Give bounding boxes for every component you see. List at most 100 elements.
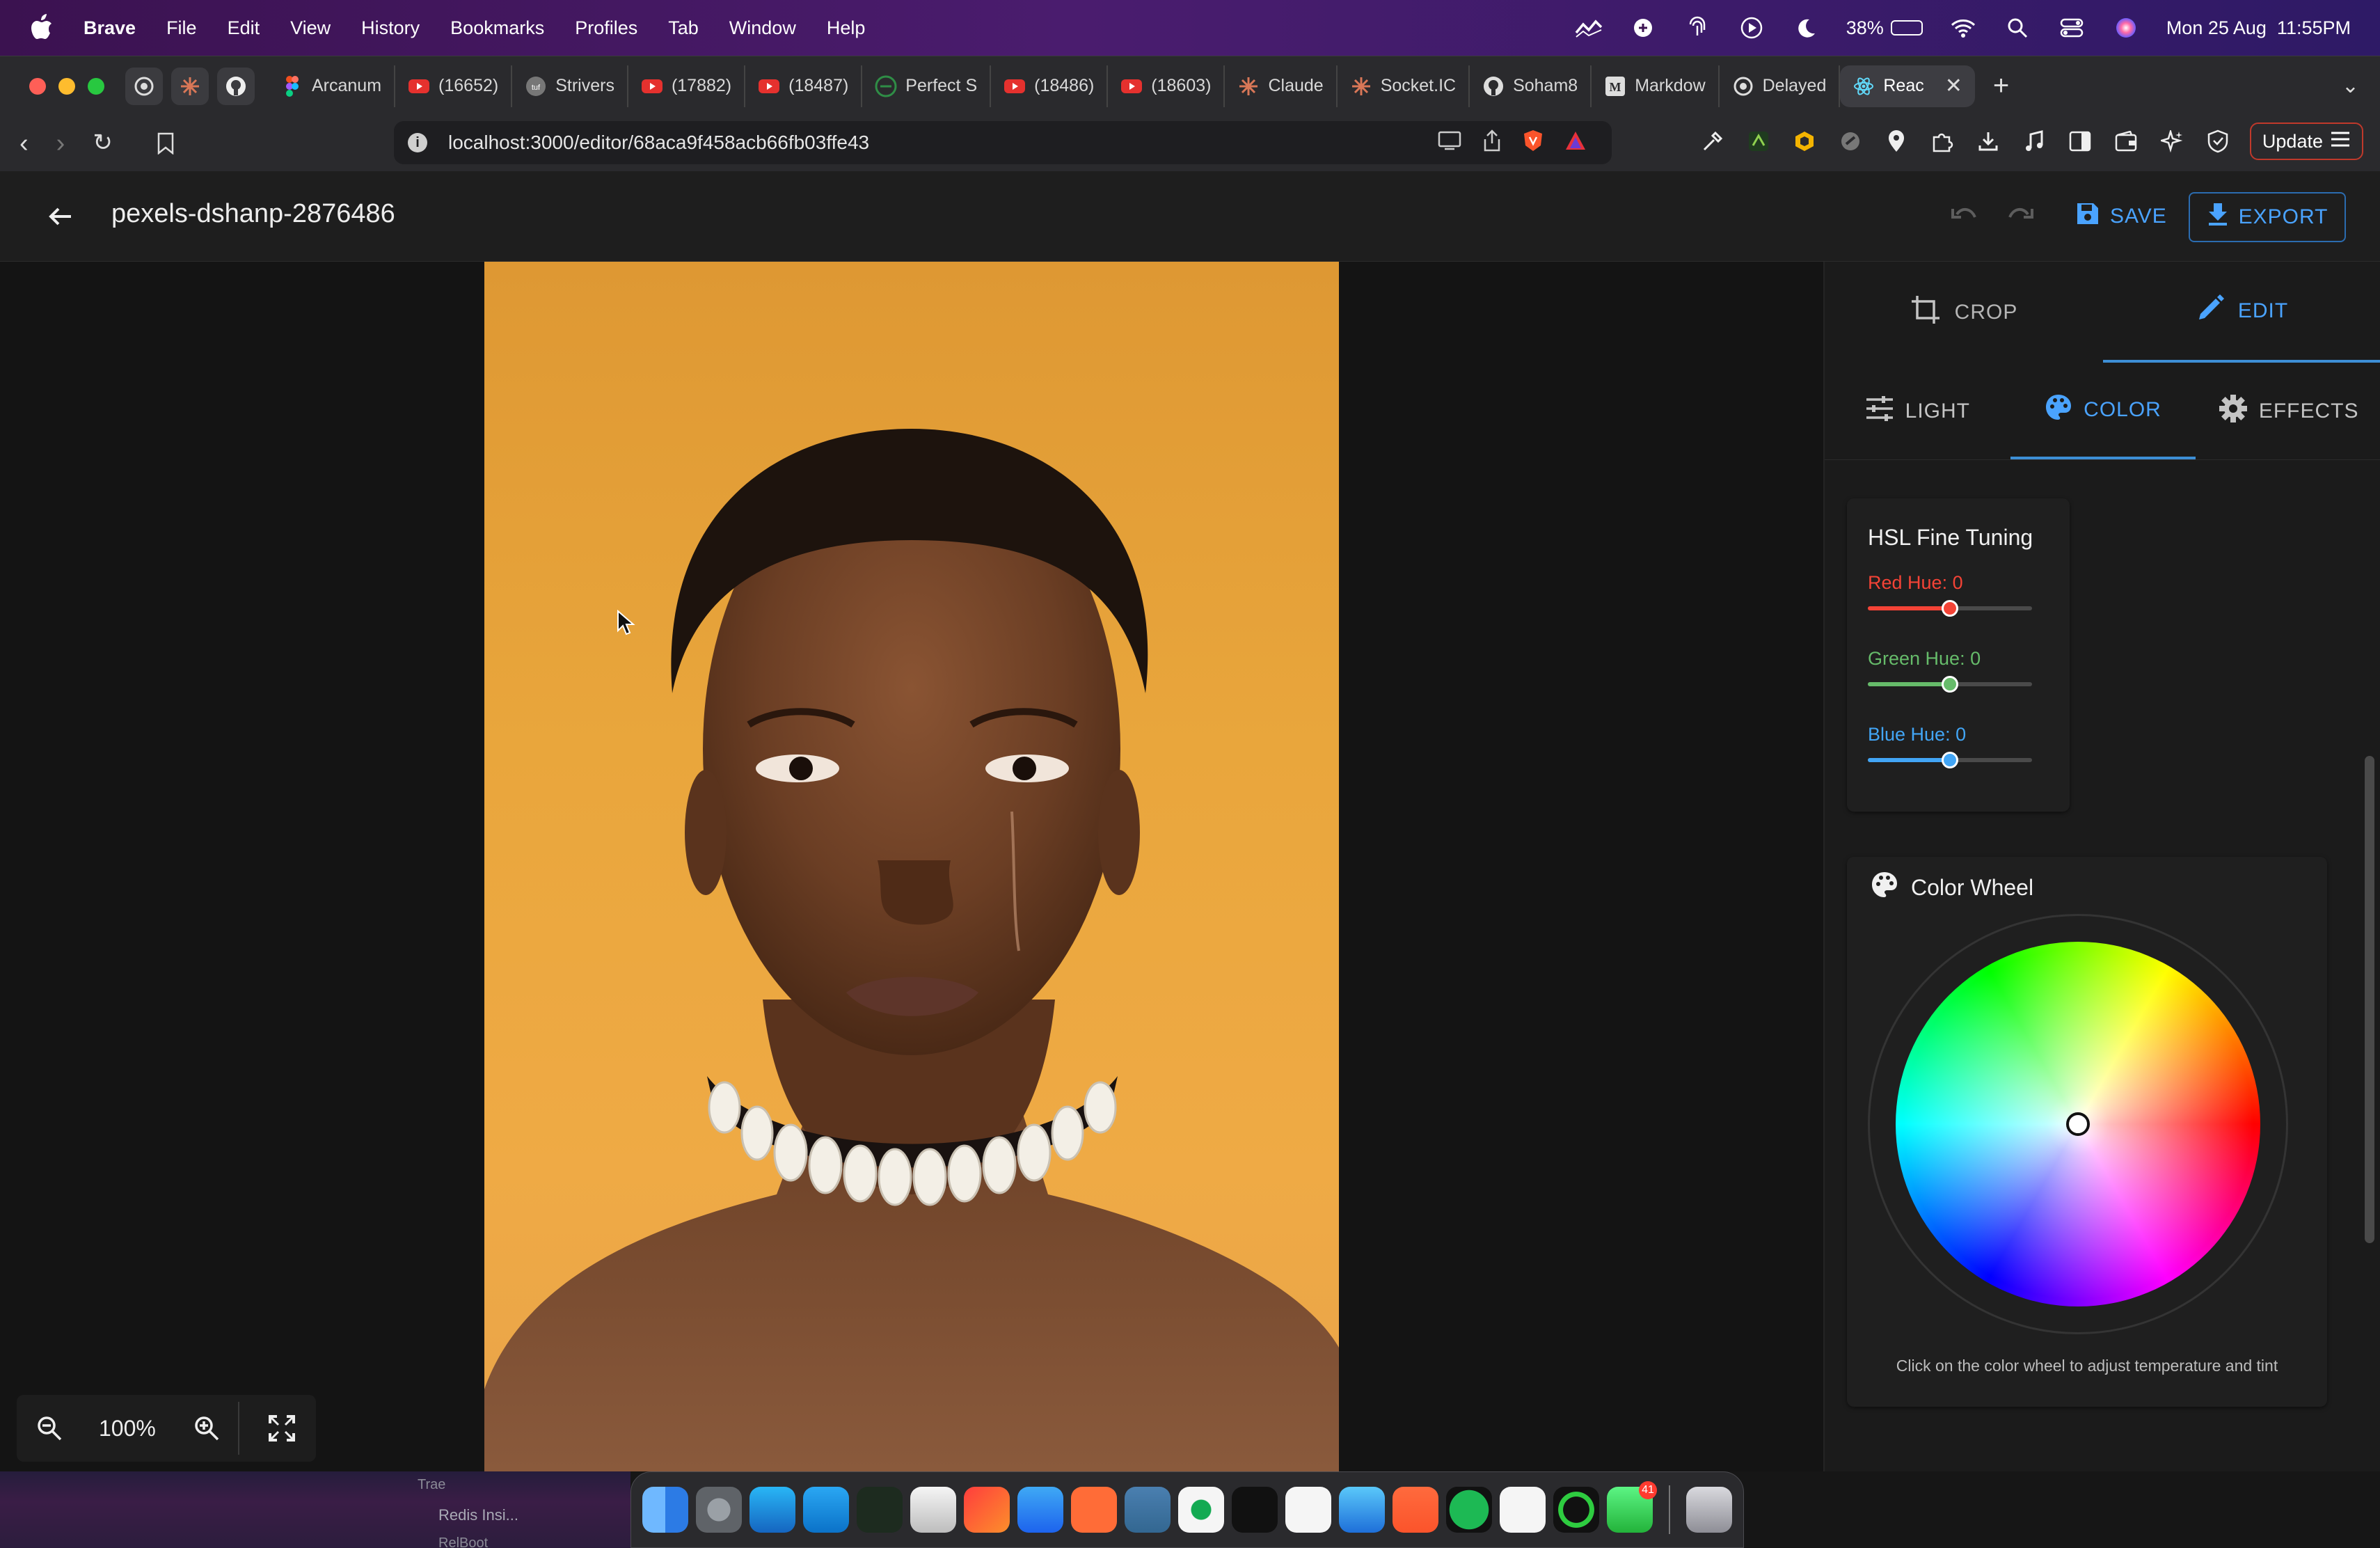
fullscreen-icon[interactable] bbox=[257, 1404, 306, 1453]
tab-light[interactable]: LIGHT bbox=[1825, 363, 2010, 459]
zoom-out-icon[interactable] bbox=[25, 1404, 74, 1453]
export-button[interactable]: EXPORT bbox=[2189, 192, 2346, 242]
reload-icon[interactable]: ↻ bbox=[93, 129, 113, 159]
zoom-in-icon[interactable] bbox=[182, 1404, 231, 1453]
edited-photo[interactable] bbox=[484, 262, 1339, 1471]
menu-app-name[interactable]: Brave bbox=[84, 17, 136, 39]
browser-tab[interactable]: (18603) bbox=[1108, 65, 1225, 107]
finder-icon[interactable] bbox=[642, 1487, 688, 1533]
play-icon[interactable] bbox=[1738, 14, 1766, 42]
bookmark-icon[interactable] bbox=[152, 129, 180, 157]
menu-history[interactable]: History bbox=[361, 17, 420, 39]
wifi-icon[interactable] bbox=[1949, 14, 1977, 42]
wallet-icon[interactable] bbox=[2112, 127, 2140, 155]
battery-status[interactable]: 38% bbox=[1846, 17, 1923, 39]
control-center-icon[interactable] bbox=[2058, 14, 2086, 42]
new-tab-button[interactable]: + bbox=[1993, 70, 2009, 102]
menu-file[interactable]: File bbox=[166, 17, 197, 39]
menu-profiles[interactable]: Profiles bbox=[575, 17, 637, 39]
browser-tab[interactable]: Arcanum bbox=[269, 65, 396, 107]
brave-rewards-icon[interactable] bbox=[1564, 130, 1587, 156]
browser-tab[interactable]: Perfect S bbox=[862, 65, 992, 107]
apple-icon[interactable] bbox=[28, 14, 56, 42]
spotify-icon[interactable] bbox=[1446, 1487, 1492, 1533]
close-window-button[interactable] bbox=[29, 77, 46, 95]
tab-active-editor[interactable]: Reac ✕ bbox=[1840, 65, 1975, 107]
browser-tab[interactable]: Claude bbox=[1225, 65, 1338, 107]
menu-window[interactable]: Window bbox=[729, 17, 796, 39]
location-pin-icon[interactable] bbox=[1882, 127, 1910, 155]
address-bar[interactable]: i localhost:3000/editor/68aca9f458acb66f… bbox=[394, 121, 1612, 164]
redo-icon[interactable] bbox=[2003, 199, 2038, 234]
color-wheel-picker[interactable] bbox=[2066, 1112, 2090, 1136]
leo-ai-sparkle-icon[interactable] bbox=[2158, 127, 2186, 155]
cast-icon[interactable] bbox=[1438, 131, 1461, 155]
tab-effects[interactable]: EFFECTS bbox=[2196, 363, 2380, 459]
menu-help[interactable]: Help bbox=[827, 17, 866, 39]
sidebar-toggle-icon[interactable] bbox=[2066, 127, 2094, 155]
keynote-icon[interactable] bbox=[910, 1487, 956, 1533]
mongodb-icon[interactable] bbox=[1178, 1487, 1224, 1533]
zoom-window-button[interactable] bbox=[88, 77, 104, 95]
back-arrow-icon[interactable] bbox=[43, 199, 78, 234]
browser-tab[interactable]: Soham8 bbox=[1470, 65, 1592, 107]
undo-icon[interactable] bbox=[1947, 199, 1982, 234]
forward-nav-icon[interactable]: › bbox=[56, 129, 65, 159]
postman-icon[interactable] bbox=[1071, 1487, 1117, 1533]
moon-icon[interactable] bbox=[1792, 14, 1820, 42]
vpn-shield-icon[interactable] bbox=[2204, 127, 2232, 155]
menu-bookmarks[interactable]: Bookmarks bbox=[450, 17, 544, 39]
docker-icon[interactable] bbox=[1017, 1487, 1063, 1533]
blue-hue-thumb[interactable] bbox=[1942, 752, 1958, 768]
site-info-icon[interactable]: i bbox=[408, 133, 427, 152]
blue-hue-slider[interactable] bbox=[1868, 752, 2032, 768]
red-hue-slider[interactable] bbox=[1868, 600, 2032, 617]
trash-icon[interactable] bbox=[1686, 1487, 1732, 1533]
menu-edit[interactable]: Edit bbox=[228, 17, 260, 39]
xcode-icon[interactable] bbox=[1339, 1487, 1385, 1533]
pinned-tab-claude[interactable] bbox=[171, 67, 209, 105]
browser-tab[interactable]: (18486) bbox=[991, 65, 1109, 107]
postgres-icon[interactable] bbox=[1125, 1487, 1171, 1533]
tab-crop[interactable]: CROP bbox=[1825, 262, 2103, 363]
eyedropper-icon[interactable] bbox=[1699, 127, 1727, 155]
ollama-icon[interactable] bbox=[1500, 1487, 1546, 1533]
spotlight-search-icon[interactable] bbox=[2004, 14, 2031, 42]
browser-tab[interactable]: M Markdow bbox=[1592, 65, 1720, 107]
extensions-puzzle-icon[interactable] bbox=[1928, 127, 1956, 155]
activity-icon[interactable] bbox=[1553, 1487, 1599, 1533]
red-hue-thumb[interactable] bbox=[1942, 600, 1958, 617]
browser-tab[interactable]: tuf Strivers bbox=[512, 65, 628, 107]
minimize-window-button[interactable] bbox=[58, 77, 75, 95]
app-store-icon[interactable] bbox=[749, 1487, 795, 1533]
downloads-icon[interactable] bbox=[1974, 127, 2002, 155]
extension-one-icon[interactable] bbox=[1745, 127, 1772, 155]
terminal-green-icon[interactable] bbox=[857, 1487, 903, 1533]
vscode-icon[interactable] bbox=[803, 1487, 849, 1533]
pycharm-icon[interactable] bbox=[964, 1487, 1010, 1533]
green-hue-slider[interactable] bbox=[1868, 676, 2032, 693]
menu-extra-icon[interactable] bbox=[1629, 14, 1657, 42]
save-button[interactable]: SAVE bbox=[2075, 199, 2167, 234]
pinned-tab-github[interactable] bbox=[217, 67, 255, 105]
browser-tab[interactable]: Socket.IC bbox=[1338, 65, 1470, 107]
url-text[interactable]: localhost:3000/editor/68aca9f458acb66fb0… bbox=[448, 132, 869, 154]
tab-color[interactable]: COLOR bbox=[2010, 363, 2196, 459]
green-hue-thumb[interactable] bbox=[1942, 676, 1958, 693]
menu-view[interactable]: View bbox=[290, 17, 331, 39]
close-tab-icon[interactable]: ✕ bbox=[1945, 74, 1962, 98]
color-wheel[interactable] bbox=[1896, 942, 2260, 1306]
whatsapp-icon[interactable]: 41 bbox=[1607, 1481, 1657, 1533]
menu-tab[interactable]: Tab bbox=[668, 17, 699, 39]
back-nav-icon[interactable]: ‹ bbox=[19, 129, 29, 159]
menubar-clock[interactable]: Mon 25 Aug 11:55PM bbox=[2166, 17, 2351, 39]
siri-icon[interactable] bbox=[2112, 14, 2140, 42]
browser-tab[interactable]: (18487) bbox=[745, 65, 863, 107]
brave-icon[interactable] bbox=[1393, 1487, 1438, 1533]
browser-tab[interactable]: (16652) bbox=[395, 65, 513, 107]
notion-icon[interactable] bbox=[1285, 1487, 1331, 1533]
share-icon[interactable] bbox=[1482, 129, 1502, 157]
panel-scrollbar[interactable] bbox=[2365, 756, 2374, 1243]
extension-two-icon[interactable] bbox=[1791, 127, 1818, 155]
tab-search-chevron-icon[interactable]: ⌄ bbox=[2342, 74, 2359, 98]
